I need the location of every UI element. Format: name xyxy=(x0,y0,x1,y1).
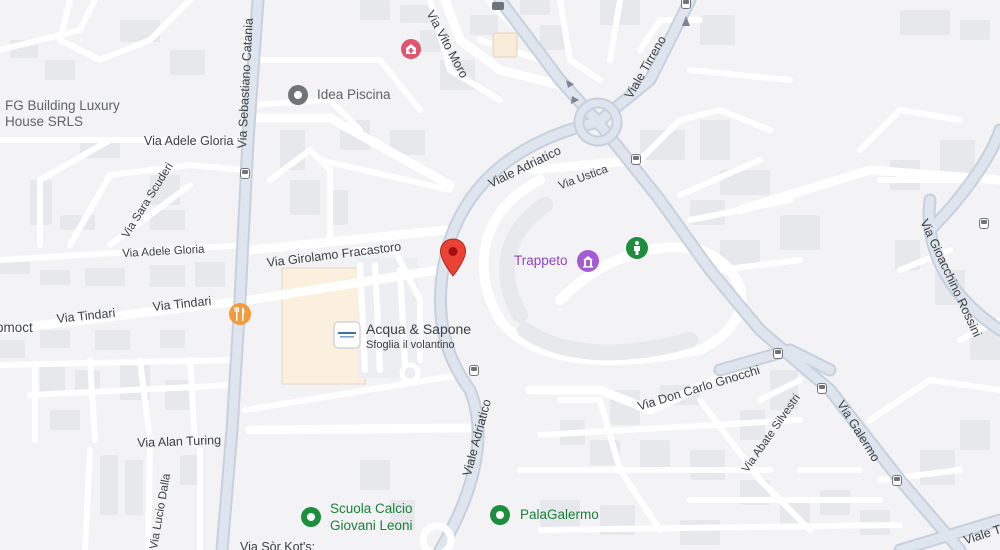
poi-fg-building-line1: FG Building Luxury xyxy=(5,98,120,113)
restaurant-icon[interactable] xyxy=(228,302,252,326)
sports-icon xyxy=(490,505,510,525)
bus-stop-icon[interactable] xyxy=(681,0,691,9)
road-label-via-bottom: Via Sòr Kot's: xyxy=(240,540,316,550)
road-label-via-alan-turing: Via Alan Turing xyxy=(137,433,222,450)
poi-acqua-sapone-sub: Sfoglia il volantino xyxy=(366,339,455,351)
map-canvas[interactable]: Via Vito Moro Viale Tirreno Via Sebastia… xyxy=(0,0,1000,550)
poi-left-edge: omoct xyxy=(0,320,33,335)
bus-stop-icon[interactable] xyxy=(979,218,989,229)
poi-fg-building-line2: House SRLS xyxy=(5,114,84,129)
poi-idea-piscina-label: Idea Piscina xyxy=(317,87,391,102)
monument-icon xyxy=(577,250,599,272)
poi-scuola-calcio-line2: Giovani Leoni xyxy=(330,518,413,533)
poi-acqua-sapone-label: Acqua & Sapone xyxy=(366,321,472,337)
pin-gray-icon xyxy=(288,85,308,105)
bus-stop-icon[interactable] xyxy=(240,168,250,179)
sports-icon xyxy=(301,507,321,527)
poi-fg-building[interactable]: FG Building Luxury House SRLS xyxy=(5,98,120,130)
bus-stop-icon[interactable] xyxy=(892,475,902,486)
bus-stop-icon[interactable] xyxy=(817,383,827,394)
park-icon[interactable] xyxy=(625,236,649,260)
poi-palagalermo-label: PalaGalermo xyxy=(520,507,599,522)
map-base-layer xyxy=(0,0,1000,550)
road-label-via-adele-gloria-top: Via Adele Gloria xyxy=(144,134,234,148)
poi-trappeto-label: Trappeto xyxy=(514,253,568,268)
red-pin-icon[interactable] xyxy=(439,238,467,278)
poi-scuola-calcio-line1: Scuola Calcio xyxy=(330,501,413,516)
loop-buildings-2 xyxy=(517,322,698,361)
small-square-icon xyxy=(492,2,504,10)
building-square-icon xyxy=(492,32,518,58)
bus-stop-icon[interactable] xyxy=(631,154,641,165)
hospital-icon[interactable] xyxy=(400,38,422,60)
bus-stop-icon[interactable] xyxy=(469,365,479,376)
store-logo-icon xyxy=(333,321,361,349)
poi-scuola-calcio-label: Scuola Calcio Giovani Leoni xyxy=(330,500,413,534)
bus-stop-icon[interactable] xyxy=(773,348,783,359)
